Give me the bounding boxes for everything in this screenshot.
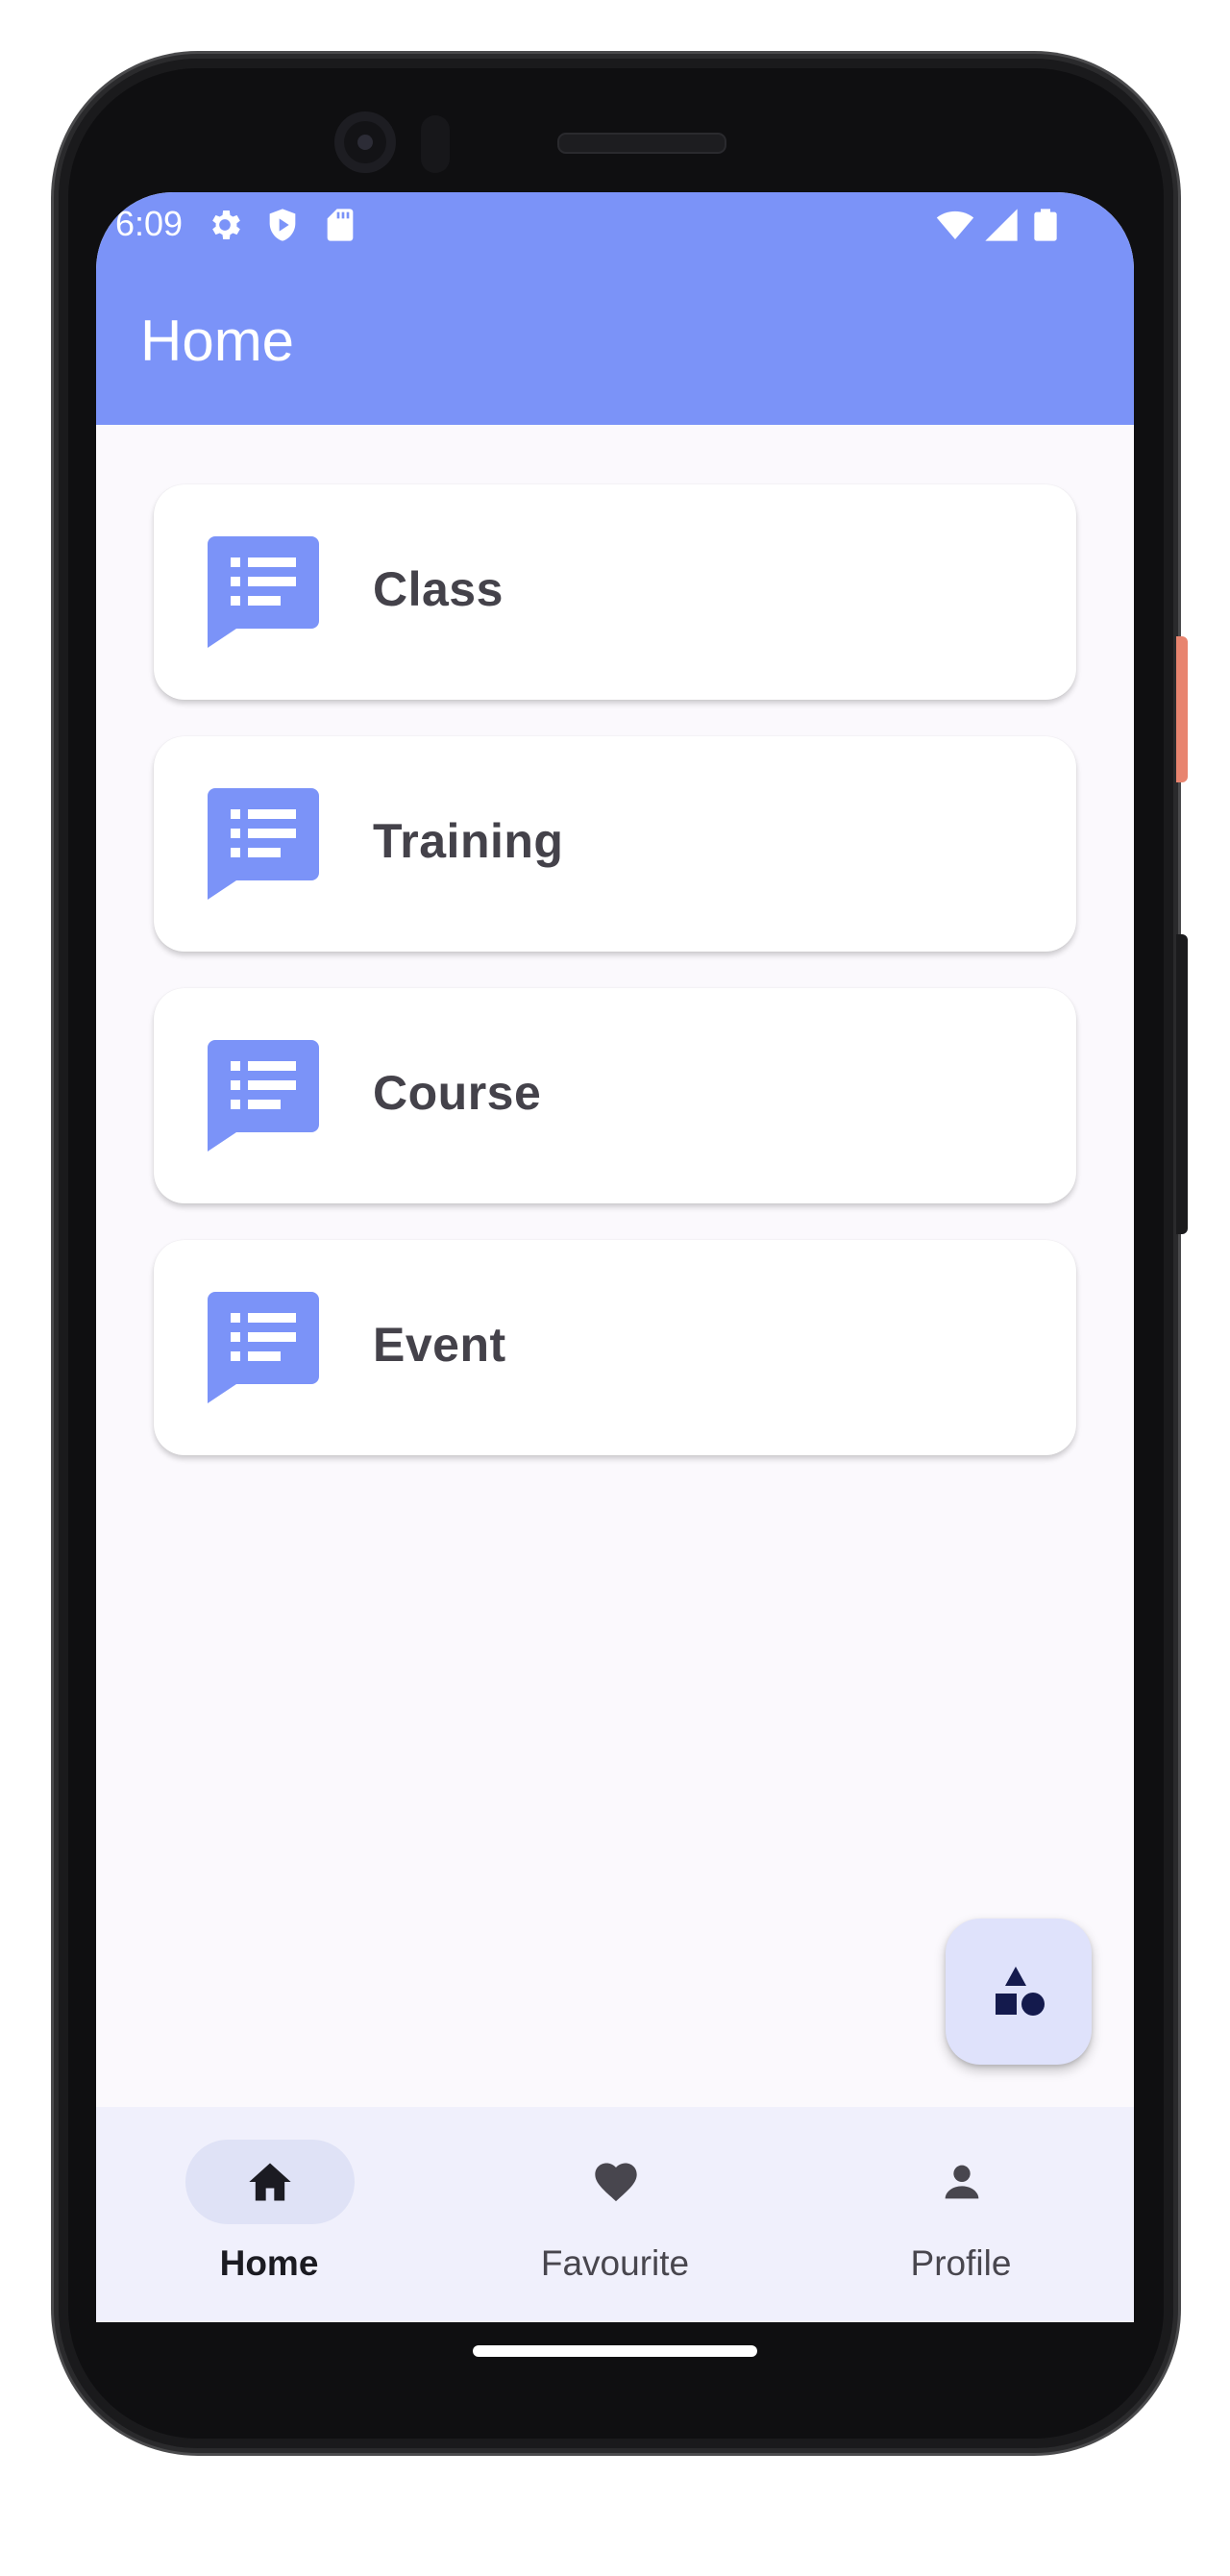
page-title: Home xyxy=(140,309,295,373)
proximity-sensor xyxy=(421,115,450,173)
nav-item-profile[interactable]: Profile xyxy=(788,2107,1134,2322)
menu-card-label: Training xyxy=(373,814,564,868)
menu-card-course[interactable]: Course xyxy=(154,988,1076,1203)
app-screen: 6:09 Home Class Training Course Event Ho… xyxy=(96,192,1134,2322)
front-camera xyxy=(334,111,396,173)
nav-item-favourite[interactable]: Favourite xyxy=(442,2107,788,2322)
top-app-bar: Home xyxy=(96,260,1134,425)
bottom-navigation: Home Favourite Profile xyxy=(96,2107,1134,2322)
home-icon xyxy=(249,2163,291,2201)
menu-card-class[interactable]: Class xyxy=(154,484,1076,700)
sd-card-icon xyxy=(327,209,354,241)
power-button xyxy=(1176,636,1188,782)
menu-card-event[interactable]: Event xyxy=(154,1240,1076,1455)
heart-icon xyxy=(595,2163,637,2202)
nav-label: Favourite xyxy=(540,2243,690,2283)
menu-card-label: Course xyxy=(373,1066,542,1120)
volume-button xyxy=(1176,934,1188,1234)
nav-item-home[interactable]: Home xyxy=(96,2107,442,2322)
status-bar: 6:09 xyxy=(96,192,1134,260)
fab-button[interactable] xyxy=(946,1919,1092,2065)
cellular-signal-icon xyxy=(985,209,1018,241)
person-icon xyxy=(945,2165,979,2199)
menu-card-label: Class xyxy=(373,562,504,616)
home-gesture-bar[interactable] xyxy=(473,2345,757,2357)
list-chat-icon xyxy=(208,788,319,900)
menu-card-label: Event xyxy=(373,1318,506,1372)
nav-label: Home xyxy=(219,2243,319,2283)
list-chat-icon xyxy=(208,1292,319,1403)
shield-play-icon xyxy=(269,209,296,241)
battery-icon xyxy=(1034,209,1057,241)
earpiece-speaker xyxy=(557,133,726,154)
gear-icon xyxy=(212,211,240,239)
status-time: 6:09 xyxy=(115,204,184,243)
list-chat-icon xyxy=(208,1040,319,1152)
nav-label: Profile xyxy=(910,2243,1012,2283)
shapes-icon xyxy=(996,1967,1045,2016)
menu-card-training[interactable]: Training xyxy=(154,736,1076,952)
list-chat-icon xyxy=(208,536,319,648)
wifi-icon xyxy=(936,211,974,239)
